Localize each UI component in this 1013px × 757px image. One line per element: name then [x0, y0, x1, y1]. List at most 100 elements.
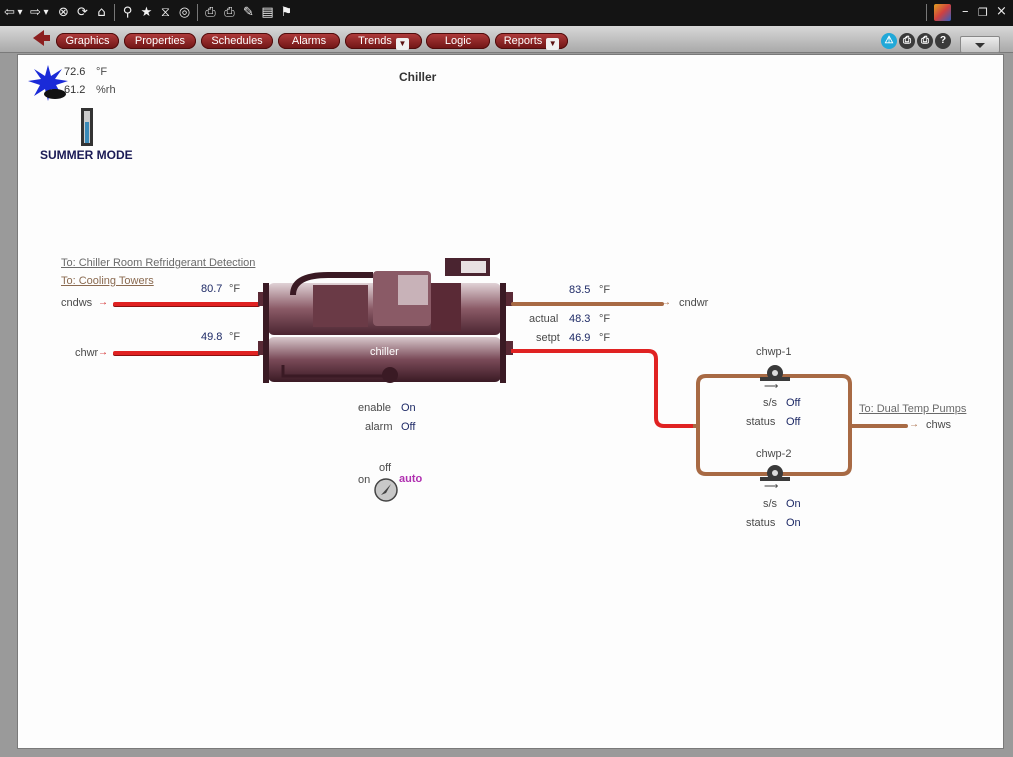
menu-dropdown-button[interactable]: [960, 36, 1000, 53]
cooling-towers-link[interactable]: To: Cooling Towers: [61, 275, 154, 287]
temperature-value: 72.6: [64, 66, 86, 78]
tab-logic[interactable]: Logic: [426, 33, 490, 49]
season-mode: SUMMER MODE: [40, 148, 133, 162]
chwr-unit: °F: [229, 331, 241, 343]
tab-label: Alarms: [291, 35, 327, 47]
alarm-label: alarm: [365, 421, 393, 433]
hoa-on-label[interactable]: on: [358, 474, 370, 486]
hoa-dial-icon[interactable]: [373, 477, 399, 503]
cndws-label: cndws: [61, 297, 93, 309]
pump-status-value: On: [786, 517, 801, 529]
chevron-down-icon: [975, 43, 985, 48]
cndwr-value: 83.5: [569, 284, 591, 296]
chwr-pipe: [113, 351, 260, 355]
printer-icon[interactable]: ⎙: [222, 5, 237, 20]
tab-alarms[interactable]: Alarms: [278, 33, 340, 49]
pump-status-label: status: [746, 416, 776, 428]
chwr-label: chwr: [75, 347, 99, 359]
enable-value[interactable]: On: [401, 402, 416, 414]
arrow-right-icon: →: [98, 297, 108, 308]
pump-icon[interactable]: [760, 463, 790, 483]
toolbar-divider: [926, 4, 927, 21]
tab-label: Trends: [358, 35, 392, 47]
actual-unit: °F: [599, 313, 611, 325]
chevron-down-icon[interactable]: ▼: [546, 38, 560, 50]
actual-value: 48.3: [569, 313, 591, 325]
pump-name: chwp-2: [756, 448, 792, 460]
chwr-value: 49.8: [201, 331, 223, 343]
restore-button[interactable]: ❐: [978, 6, 988, 19]
favorites-icon[interactable]: ★: [139, 5, 154, 20]
stop-icon[interactable]: ⊗: [56, 5, 71, 20]
edit-icon[interactable]: ✎: [241, 5, 256, 20]
cndwr-unit: °F: [599, 284, 611, 296]
chiller-graphic[interactable]: [253, 255, 518, 390]
arrow-right-icon: ⟶: [764, 481, 779, 492]
temperature-unit: °F: [96, 66, 108, 78]
minimize-button[interactable]: –: [962, 4, 969, 19]
thermometer-icon: [81, 108, 93, 146]
forward-dropdown-icon[interactable]: ▾: [41, 5, 51, 20]
tab-label: Logic: [444, 35, 472, 47]
humidity-unit: %rh: [96, 84, 116, 96]
chws-label: chws: [926, 419, 952, 431]
cndws-pipe: [113, 302, 260, 306]
pump-ss-label: s/s: [763, 397, 778, 409]
tab-label: Reports: [503, 35, 543, 47]
back-arrow-tail: [43, 35, 50, 41]
tab-reports[interactable]: Reports ▼: [495, 33, 568, 50]
pump-icon[interactable]: [760, 363, 790, 383]
document-icon[interactable]: ▤: [260, 5, 275, 20]
back-dropdown-icon[interactable]: ▾: [15, 5, 25, 20]
chws-pipe: [851, 424, 908, 428]
home-icon[interactable]: ⌂: [94, 5, 109, 20]
enable-label: enable: [358, 402, 392, 414]
humidity-value: 61.2: [64, 84, 86, 96]
refresh-icon[interactable]: ⟳: [75, 5, 90, 20]
pump-ss-value[interactable]: On: [786, 498, 801, 510]
pump-ss-label: s/s: [763, 498, 778, 510]
discuss-icon[interactable]: ⚑: [279, 5, 294, 20]
actual-label: actual: [529, 313, 559, 325]
tab-label: Graphics: [65, 35, 110, 47]
web-icon[interactable]: ◎: [177, 5, 192, 20]
arrow-right-icon: →: [909, 419, 919, 430]
refrigerant-detection-link[interactable]: To: Chiller Room Refridgerant Detection: [61, 257, 255, 269]
print-preview-icon[interactable]: ⎙: [203, 5, 218, 20]
search-icon[interactable]: ⚲: [120, 5, 135, 20]
tab-graphics[interactable]: Graphics: [56, 33, 119, 49]
history-icon[interactable]: ⧖: [158, 5, 173, 20]
print-icon[interactable]: ⎙: [899, 33, 915, 49]
tab-properties[interactable]: Properties: [124, 33, 196, 49]
cndwr-pipe: [511, 302, 664, 306]
cndws-value: 80.7: [201, 283, 223, 295]
tab-label: Schedules: [211, 35, 263, 47]
graphics-panel: 72.6 °F 61.2 %rh SUMMER MODE Chiller To:…: [17, 54, 1004, 749]
chiller-label: chiller: [370, 346, 399, 358]
page-title: Chiller: [399, 70, 437, 84]
close-button[interactable]: ×: [996, 4, 1007, 19]
toolbar-divider: [114, 4, 115, 21]
alarm-bell-icon[interactable]: ⚠: [881, 33, 897, 49]
hoa-auto-label[interactable]: auto: [399, 473, 422, 485]
print-setup-icon[interactable]: ⎙: [917, 33, 933, 49]
help-icon[interactable]: ?: [935, 33, 951, 49]
arrow-right-icon: →: [98, 347, 108, 358]
tab-schedules[interactable]: Schedules: [201, 33, 273, 49]
arrow-right-icon: ⟶: [764, 381, 779, 392]
pump-status-label: status: [746, 517, 776, 529]
chevron-down-icon[interactable]: ▼: [395, 38, 409, 50]
cndws-unit: °F: [229, 283, 241, 295]
tab-trends[interactable]: Trends ▼: [345, 33, 422, 50]
dual-temp-pumps-link[interactable]: To: Dual Temp Pumps: [859, 403, 966, 415]
pump-ss-value[interactable]: Off: [786, 397, 800, 409]
tab-label: Properties: [134, 35, 186, 47]
chilled-water-piping: [511, 349, 853, 476]
toolbar-divider: [197, 4, 198, 21]
browser-toolbar: ⇦ ▾ ⇨ ▾ ⊗ ⟳ ⌂ ⚲ ★ ⧖ ◎ ⎙ ⎙ ✎ ▤ ⚑ – ❐ ×: [0, 0, 1013, 26]
windows-logo-icon[interactable]: [934, 4, 951, 21]
alarm-value: Off: [401, 421, 416, 433]
pump-status-value: Off: [786, 416, 801, 428]
pump-name: chwp-1: [756, 346, 792, 358]
hoa-off-label[interactable]: off: [379, 462, 391, 474]
